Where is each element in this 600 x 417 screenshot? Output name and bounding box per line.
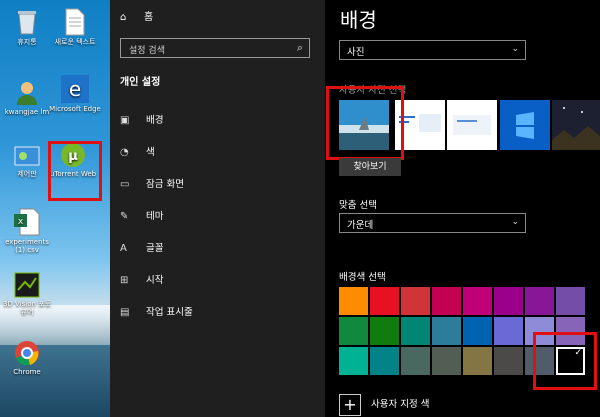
highlight-box-utorrent [48, 141, 102, 201]
custom-color-label: 사용자 지정 색 [371, 399, 430, 410]
nav-item-start[interactable]: ⊞ 시작 [120, 272, 315, 292]
font-icon: A [120, 243, 127, 254]
plus-icon: + [343, 395, 357, 414]
color-swatch[interactable] [463, 347, 492, 375]
color-swatch[interactable] [494, 287, 523, 315]
nav-item-label: 작업 표시줄 [146, 307, 193, 318]
fit-label: 맞춤 선택 [339, 200, 377, 211]
chevron-down-icon: ⌄ [511, 44, 519, 54]
color-swatch[interactable] [401, 347, 430, 375]
picture-thumbnail-night-sky[interactable] [552, 100, 600, 150]
nav-home[interactable]: ⌂ 홈 [120, 8, 153, 23]
control-panel-icon [14, 146, 40, 166]
desktop-icon-chrome[interactable]: Chrome [0, 340, 54, 376]
nav-item-background[interactable]: ▣ 배경 [120, 112, 315, 132]
color-swatch[interactable] [370, 287, 399, 315]
desktop-icon-label: 3D Vision 포토 뷰어 [2, 300, 52, 316]
search-icon[interactable]: ⌕ [297, 41, 303, 55]
start-icon: ⊞ [120, 275, 129, 286]
background-color-label: 배경색 선택 [339, 272, 386, 283]
taskbar-icon: ▤ [120, 307, 130, 318]
desktop-icon-text-file[interactable]: 새로운 텍스트 [48, 8, 102, 46]
nav-item-label: 시작 [146, 275, 164, 286]
picture-thumbnail-document-2[interactable] [447, 100, 497, 150]
night-sky-wallpaper-image [552, 100, 600, 150]
color-swatch[interactable] [494, 317, 523, 345]
color-swatch[interactable] [432, 317, 461, 345]
3d-vision-icon [14, 272, 40, 298]
color-swatch[interactable] [370, 317, 399, 345]
nav-item-label: 색 [146, 147, 155, 158]
nav-item-label: 글꼴 [146, 243, 164, 254]
color-swatch[interactable] [432, 347, 461, 375]
nav-item-themes[interactable]: ✎ 테마 [120, 208, 315, 228]
search-input[interactable]: 설정 검색 ⌕ [120, 38, 310, 58]
color-swatch[interactable] [401, 287, 430, 315]
nav-section-title: 개인 설정 [120, 77, 161, 88]
color-swatch[interactable] [525, 287, 554, 315]
nav-item-lock-screen[interactable]: ▭ 잠금 화면 [120, 176, 315, 196]
theme-icon: ✎ [120, 211, 129, 222]
highlight-box-picture [326, 86, 404, 160]
color-swatch[interactable] [339, 317, 368, 345]
edge-icon: e [61, 75, 89, 103]
search-placeholder: 설정 검색 [129, 46, 165, 56]
nav-item-colors[interactable]: ◔ 색 [120, 144, 315, 164]
color-swatch[interactable] [463, 287, 492, 315]
desktop-icon-label: Microsoft Edge [49, 105, 101, 113]
highlight-box-color [533, 332, 597, 390]
background-type-value: 사진 [347, 47, 365, 58]
background-type-dropdown[interactable]: 사진 ⌄ [339, 40, 526, 60]
desktop-icon-label: kwangjae lm [4, 108, 50, 116]
svg-text:e: e [69, 77, 81, 101]
home-icon: ⌂ [120, 12, 127, 23]
chevron-down-icon: ⌄ [511, 217, 519, 227]
fit-value: 가운데 [347, 220, 374, 231]
nav-item-taskbar[interactable]: ▤ 작업 표시줄 [120, 304, 315, 324]
settings-nav-pane: ⌂ 홈 설정 검색 ⌕ 개인 설정 ▣ 배경 ◔ 색 ▭ 잠금 화면 ✎ 테마 A 글꼴 ⊞… [110, 0, 325, 417]
background-settings-pane: 배경 사진 ⌄ 사용자 사진 선택 찾아보기 맞춤 선택 가운데 ⌄ 배경색 선… [325, 0, 600, 417]
lock-screen-icon: ▭ [120, 179, 130, 190]
browse-button[interactable]: 찾아보기 [339, 158, 401, 176]
color-swatch[interactable] [339, 287, 368, 315]
desktop-icon-label: 휴지통 [17, 38, 37, 46]
color-swatch[interactable] [556, 287, 585, 315]
page-title: 배경 [340, 8, 377, 32]
desktop-icon-label: Chrome [13, 368, 41, 376]
color-swatch[interactable] [370, 347, 399, 375]
text-file-icon [65, 8, 85, 36]
palette-icon: ◔ [120, 147, 129, 158]
desktop-icon-recycle-bin[interactable]: 휴지통 [0, 8, 54, 46]
add-custom-color-button[interactable]: + [339, 394, 361, 416]
chrome-icon [15, 341, 39, 366]
document-wallpaper-image [447, 100, 497, 150]
nav-home-label: 홈 [144, 12, 154, 23]
desktop-icon-label: 새로운 텍스트 [54, 38, 96, 46]
color-swatch[interactable] [339, 347, 368, 375]
image-icon: ▣ [120, 115, 130, 126]
desktop-icon-csv-file[interactable]: x experiments (1).csv [0, 208, 54, 254]
csv-file-icon: x [14, 208, 40, 236]
svg-text:x: x [18, 217, 24, 227]
desktop-icon-3d-vision[interactable]: 3D Vision 포토 뷰어 [0, 272, 54, 316]
windows-wallpaper-image [500, 100, 550, 150]
nav-item-fonts[interactable]: A 글꼴 [120, 240, 315, 260]
color-swatch[interactable] [432, 287, 461, 315]
desktop-icon-user-folder[interactable]: kwangjae lm [0, 80, 54, 116]
desktop: 휴지통 새로운 텍스트 kwangjae lm e Microsoft Edge… [0, 0, 110, 417]
desktop-icon-label: experiments (1).csv [5, 238, 49, 254]
nav-item-label: 잠금 화면 [146, 179, 184, 190]
picture-thumbnail-windows-blue[interactable] [500, 100, 550, 150]
fit-dropdown[interactable]: 가운데 ⌄ [339, 213, 526, 233]
color-swatch[interactable] [463, 317, 492, 345]
color-swatch[interactable] [494, 347, 523, 375]
recycle-bin-icon [18, 11, 36, 35]
user-folder-icon [17, 82, 37, 105]
nav-item-label: 배경 [146, 115, 164, 126]
nav-item-label: 테마 [146, 211, 164, 222]
color-swatch[interactable] [401, 317, 430, 345]
desktop-icon-edge[interactable]: e Microsoft Edge [48, 75, 102, 113]
